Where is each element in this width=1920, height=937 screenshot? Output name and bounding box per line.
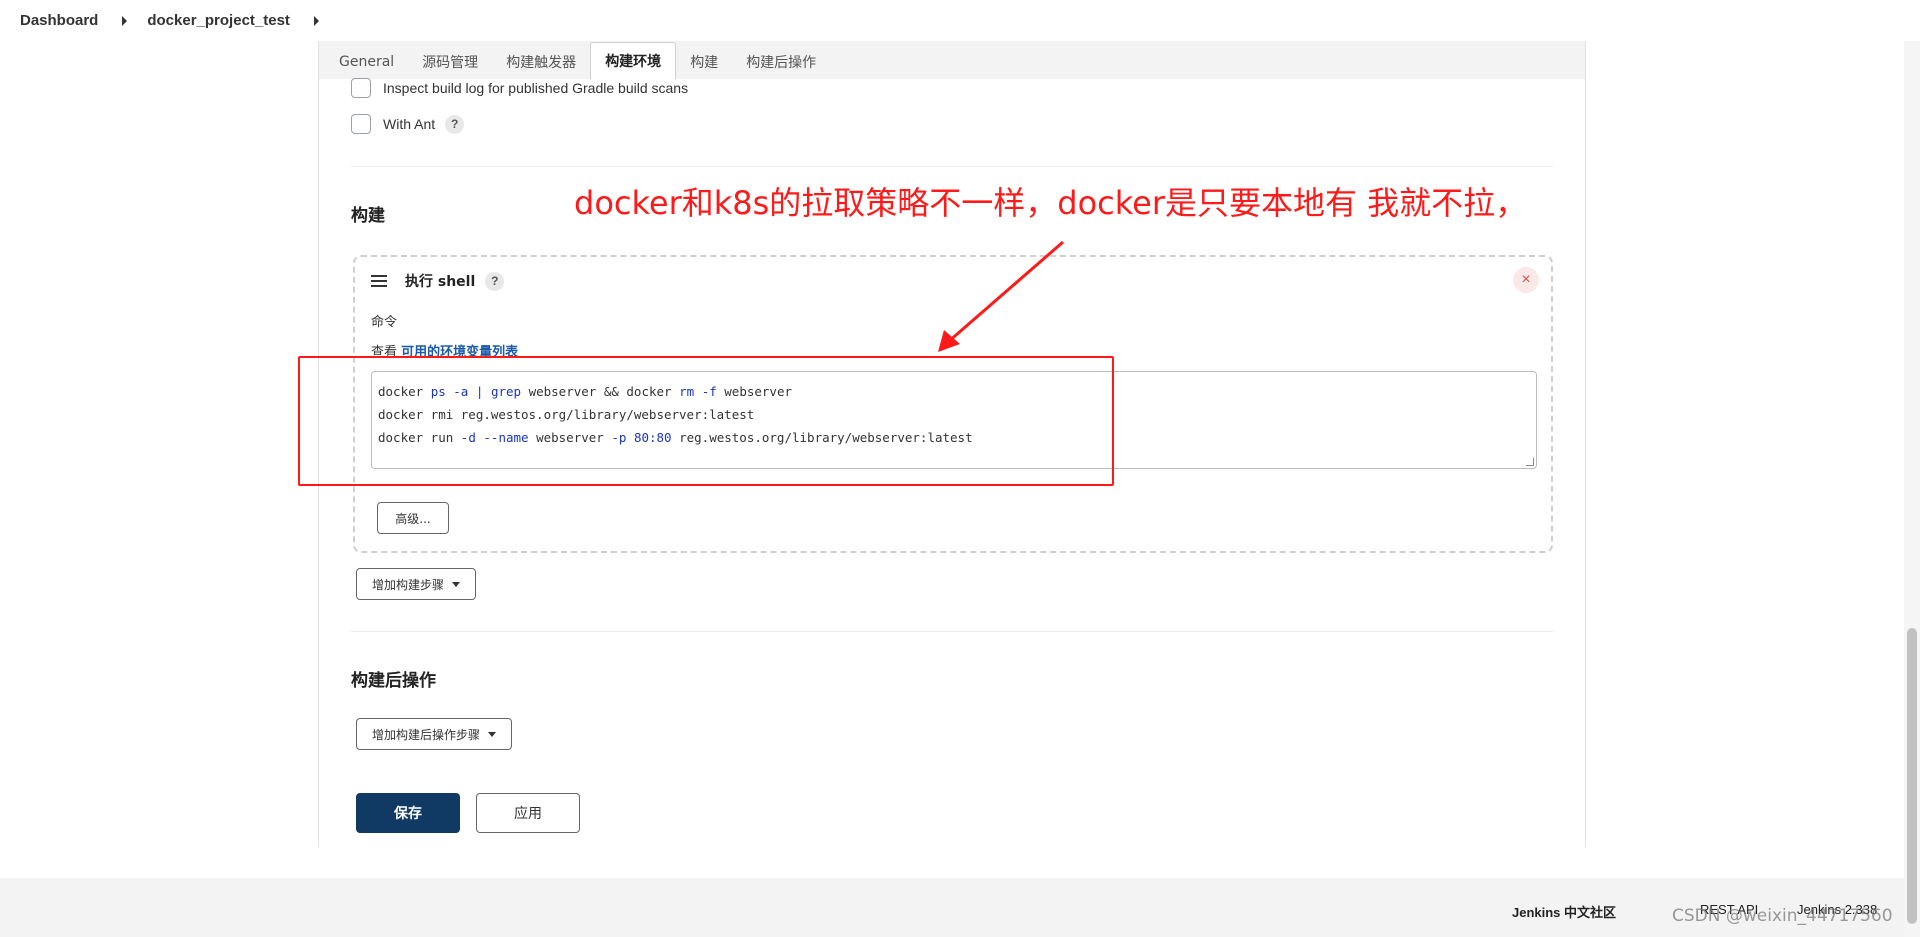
breadcrumb-dashboard[interactable]: Dashboard [20,12,98,29]
drag-handle-icon[interactable] [371,275,387,287]
help-icon[interactable]: ? [485,271,505,291]
with-ant-label: With Ant [383,116,436,132]
scrollbar-thumb[interactable] [1907,628,1917,924]
page-footer: Jenkins 中文社区 REST API Jenkins 2.338 [0,878,1920,937]
tab-post-build[interactable]: 构建后操作 [732,45,830,79]
command-label: 命令 [371,315,398,330]
build-section-title: 构建 [351,206,385,226]
add-post-build-step-button[interactable]: 增加构建后操作步骤 [356,718,512,750]
add-post-build-step-label: 增加构建后操作步骤 [371,727,480,742]
with-ant-option: With Ant ? [351,114,465,134]
advanced-button[interactable]: 高级... [377,502,449,534]
post-build-section-title: 构建后操作 [351,671,436,691]
chevron-right-icon[interactable] [122,15,128,26]
tab-triggers[interactable]: 构建触发器 [492,45,590,79]
config-tabs: General 源码管理 构建触发器 构建环境 构建 构建后操作 [319,41,1585,79]
caret-down-icon [452,581,460,587]
annotation-arrow-icon [938,240,1064,352]
add-build-step-label: 增加构建步骤 [371,577,444,592]
tab-general[interactable]: General [325,45,408,79]
footer-community-link[interactable]: Jenkins 中文社区 [1512,902,1616,921]
add-build-step-button[interactable]: 增加构建步骤 [356,568,476,600]
gradle-scan-option: Inspect build log for published Gradle b… [351,78,688,98]
shell-step-title: 执行 shell [405,274,476,290]
save-button[interactable]: 保存 [356,793,460,833]
tab-build[interactable]: 构建 [676,45,732,79]
chevron-right-icon[interactable] [313,15,319,26]
annotation-highlight-box [298,356,1114,486]
gradle-scan-checkbox[interactable] [351,78,371,98]
shell-step-header: 执行 shell ? [371,271,505,291]
section-divider [351,631,1553,632]
breadcrumb: Dashboard docker_project_test [0,0,1920,41]
annotation-text: docker和k8s的拉取策略不一样，docker是只要本地有 我就不拉， [574,184,1528,222]
resize-handle-icon[interactable] [1526,458,1534,466]
caret-down-icon [488,731,496,737]
apply-button[interactable]: 应用 [476,793,580,833]
with-ant-checkbox[interactable] [351,114,371,134]
page-scrollbar[interactable] [1904,0,1920,937]
csdn-watermark: CSDN @weixin_44717560 [1672,906,1893,926]
close-icon[interactable]: × [1513,267,1539,293]
tab-build-environment[interactable]: 构建环境 [590,42,677,79]
section-divider [351,166,1553,167]
breadcrumb-project[interactable]: docker_project_test [147,12,290,29]
help-icon[interactable]: ? [445,114,465,134]
gradle-scan-label: Inspect build log for published Gradle b… [383,80,689,96]
tab-scm[interactable]: 源码管理 [408,45,492,79]
